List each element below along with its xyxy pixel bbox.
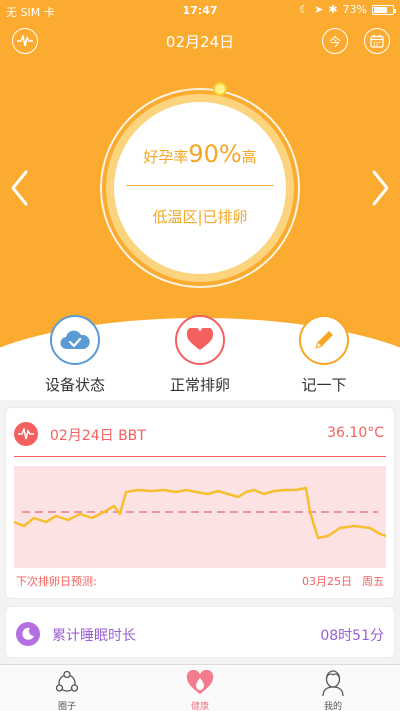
chevron-left-icon[interactable] <box>8 168 32 208</box>
heartbeat-icon <box>14 422 38 446</box>
action-normal-ovulation[interactable]: 正常排卵 <box>140 315 260 395</box>
bbt-card-header: 02月24日 BBT 36.10°C <box>14 422 384 446</box>
bbt-chart-svg <box>14 486 386 540</box>
rate-suffix: 高 <box>241 148 257 166</box>
tab-profile[interactable]: 我的 <box>293 668 373 711</box>
pencil-icon[interactable] <box>299 315 349 365</box>
next-ovulation-label: 下次排卵日预测: <box>16 575 97 588</box>
cycle-ring-center[interactable] <box>114 102 286 274</box>
tab-label: 健康 <box>190 702 209 711</box>
bbt-title: 02月24日 BBT <box>50 428 146 444</box>
sleep-value: 08时51分 <box>320 628 384 644</box>
tab-label: 我的 <box>323 702 342 711</box>
status-right: ☾ ➤ ✱ 73% <box>299 3 396 16</box>
heart-icon[interactable] <box>175 315 225 365</box>
cloud-check-icon[interactable] <box>50 315 100 365</box>
action-device-status[interactable]: 设备状态 <box>15 315 135 395</box>
cycle-phase: 低温区|已排卵 <box>152 208 248 226</box>
tab-community[interactable]: 圈子 <box>27 668 107 711</box>
bbt-chart[interactable] <box>14 466 386 568</box>
calendar-icon[interactable] <box>364 28 390 54</box>
action-label: 正常排卵 <box>169 376 230 394</box>
tab-label: 圈子 <box>57 702 76 711</box>
sleep-moon-icon <box>16 622 40 646</box>
nav-bar: 02月24日 今 <box>0 26 400 56</box>
chevron-right-icon[interactable] <box>368 168 392 208</box>
bbt-card[interactable]: 02月24日 BBT 36.10°C 下次排卵日预测: 03月25日 周五 <box>5 407 395 599</box>
cycle-position-marker <box>213 82 227 96</box>
bbt-line <box>14 486 386 540</box>
community-icon <box>52 668 82 698</box>
rate-prefix: 好孕率 <box>143 148 189 166</box>
ring-divider <box>126 185 274 186</box>
next-ovulation-date: 03月25日 周五 <box>302 573 384 589</box>
battery-icon <box>372 4 396 15</box>
bbt-divider <box>14 456 386 457</box>
sleep-card[interactable]: 累计睡眠时长 08时51分 <box>5 606 395 658</box>
location-icon: ➤ <box>314 3 324 16</box>
predict-weekday: 周五 <box>362 575 384 588</box>
action-label: 设备状态 <box>44 376 105 394</box>
status-bar: 无 SIM 卡 17:47 ☾ ➤ ✱ 73% <box>0 0 400 20</box>
bbt-temperature: 36.10°C <box>327 425 384 441</box>
bluetooth-icon: ✱ <box>328 3 338 16</box>
pregnancy-rate: 好孕率90%高 <box>114 140 286 168</box>
action-take-note[interactable]: 记一下 <box>264 315 384 395</box>
predict-date-value: 03月25日 <box>302 575 352 588</box>
tab-bar: 圈子 健康 我的 <box>0 664 400 711</box>
health-heart-icon <box>185 668 215 698</box>
rate-value: 90% <box>188 140 242 168</box>
moon-icon: ☾ <box>299 3 310 16</box>
profile-icon <box>318 668 348 698</box>
sleep-title: 累计睡眠时长 <box>52 628 136 644</box>
action-label: 记一下 <box>301 376 347 394</box>
today-button[interactable]: 今 <box>322 28 348 54</box>
tab-health[interactable]: 健康 <box>160 668 240 711</box>
battery-percent: 73% <box>342 3 367 16</box>
